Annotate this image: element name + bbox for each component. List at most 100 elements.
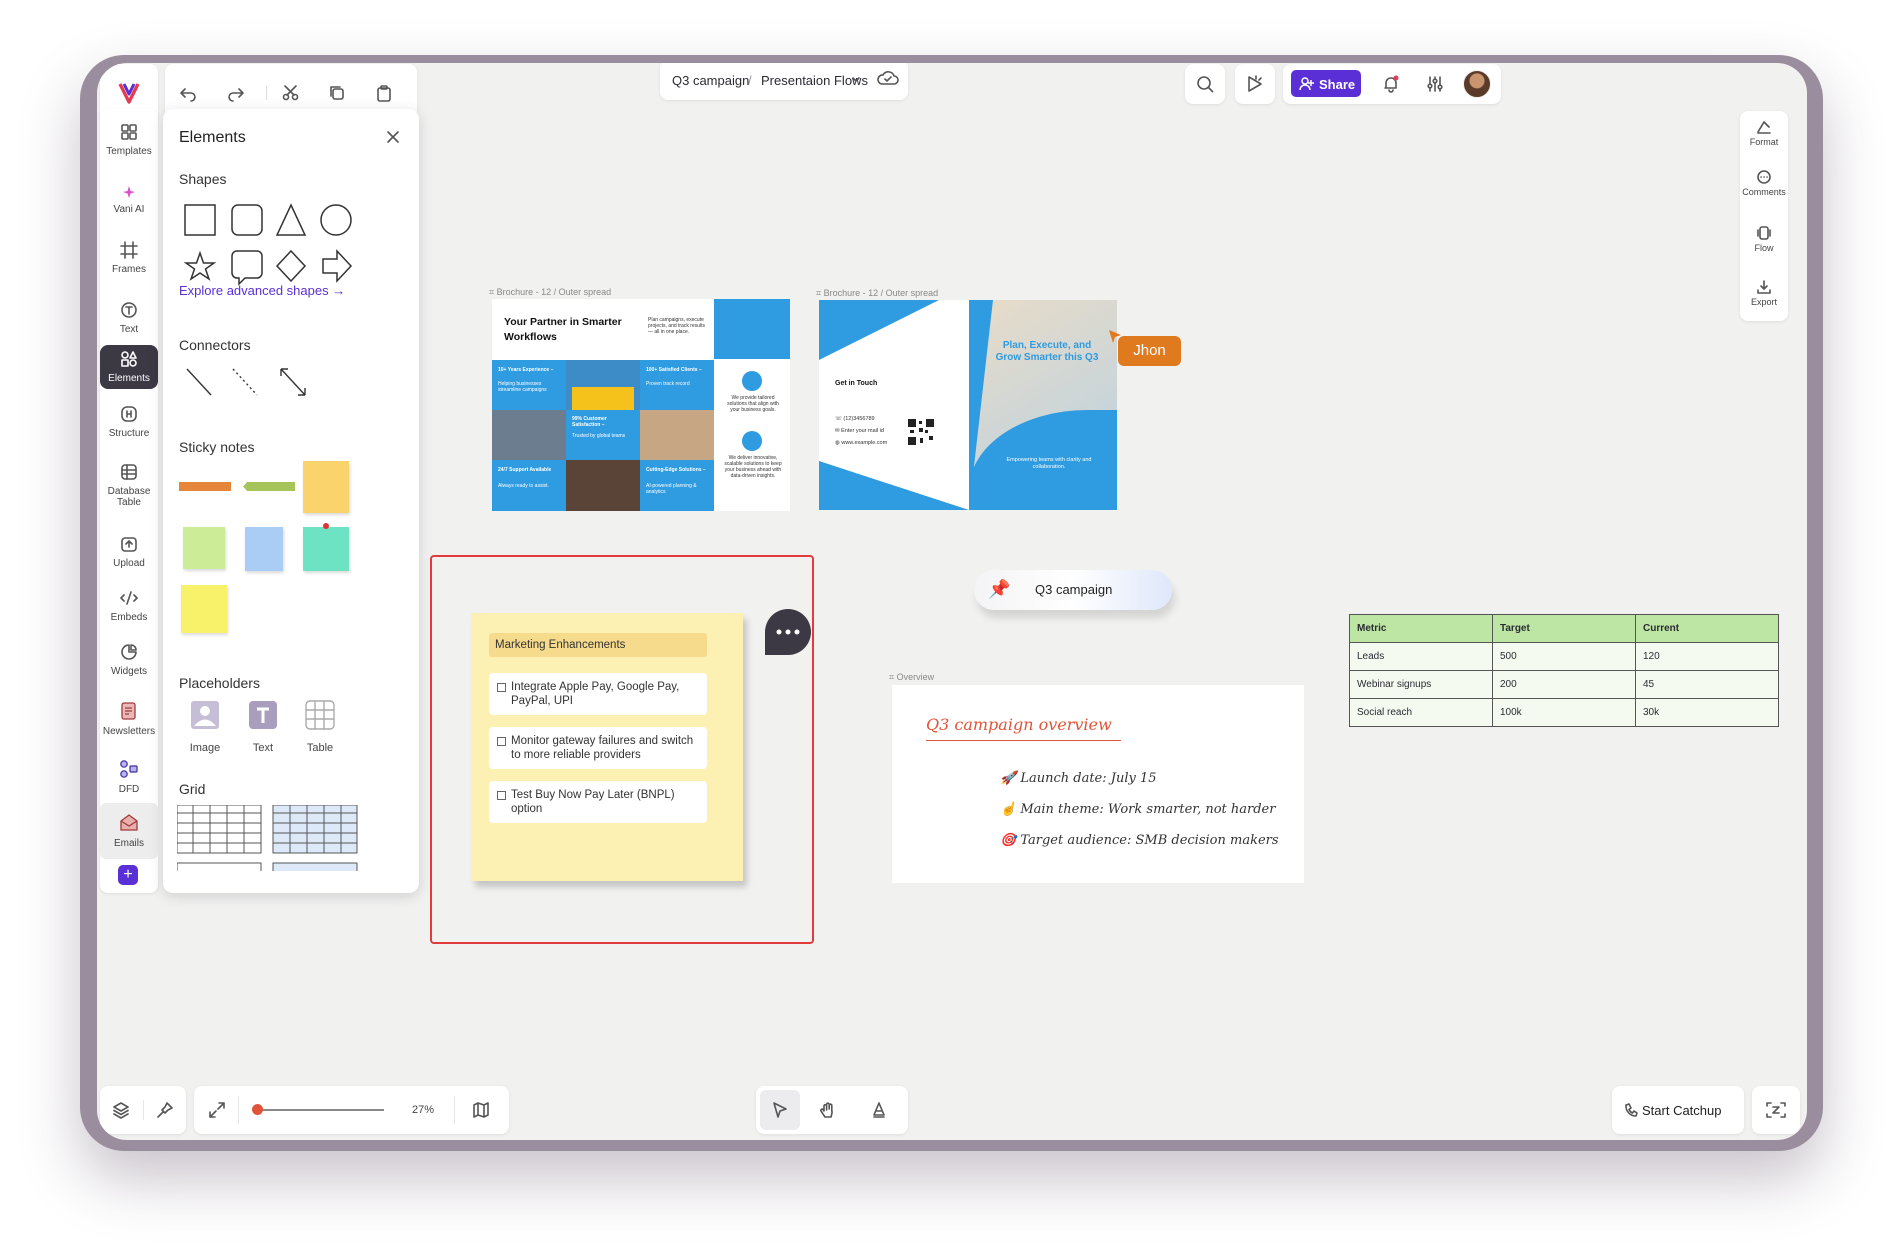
sticky-note-orange[interactable] <box>303 461 349 513</box>
share-button[interactable]: Share <box>1291 70 1361 97</box>
tile-text: 10+ Years Experience – <box>498 367 554 373</box>
rail-newsletters[interactable]: Newsletters <box>100 689 158 747</box>
rail-database-table[interactable]: Database Table <box>100 455 158 515</box>
rail-vani-ai[interactable]: Vani AI <box>100 171 158 223</box>
format-button[interactable]: Format <box>1740 119 1788 147</box>
tile-text: Proven track record <box>646 381 690 387</box>
flow-button[interactable]: Flow <box>1740 225 1788 253</box>
zoom-level: 27% <box>412 1104 435 1116</box>
rail-emails[interactable]: Emails <box>100 803 158 859</box>
rail-embeds[interactable]: Embeds <box>100 579 158 631</box>
table-cell[interactable]: 200 <box>1492 670 1636 699</box>
overview-card[interactable]: Q3 campaign overview 🚀 Launch date: July… <box>892 685 1304 883</box>
table-cell[interactable]: 500 <box>1492 642 1636 671</box>
rail-upload[interactable]: Upload <box>100 523 158 577</box>
redo-icon[interactable] <box>227 84 245 102</box>
sticky-note-blue[interactable] <box>245 527 283 571</box>
rounded-rectangle-shape[interactable] <box>231 204 263 236</box>
sticky-note-lime[interactable] <box>183 527 225 569</box>
present-button[interactable] <box>1235 64 1275 104</box>
rail-widgets[interactable]: Widgets <box>100 633 158 685</box>
grid-blue[interactable] <box>272 805 358 854</box>
sticky-strip-green[interactable] <box>243 482 295 491</box>
table-placeholder-icon <box>305 700 335 730</box>
sticky-strip-orange[interactable] <box>179 482 231 491</box>
shortcuts-button[interactable] <box>1752 1086 1800 1134</box>
table-cell[interactable]: 100k <box>1492 698 1636 727</box>
table-cell[interactable]: Leads <box>1349 642 1493 671</box>
todo-item[interactable]: Test Buy Now Pay Later (BNPL) option <box>489 781 707 823</box>
table-cell[interactable]: Webinar signups <box>1349 670 1493 699</box>
table-cell[interactable]: 120 <box>1635 642 1779 671</box>
widgets-icon <box>121 644 137 660</box>
undo-icon[interactable] <box>179 84 197 102</box>
sticky-note[interactable]: Marketing Enhancements Integrate Apple P… <box>471 613 743 881</box>
comments-button[interactable]: Comments <box>1740 169 1788 197</box>
rail-label: DFD <box>118 784 140 795</box>
bell-icon[interactable] <box>1382 75 1400 93</box>
placeholder-text[interactable]: Text <box>243 699 283 754</box>
table-cell[interactable]: 30k <box>1635 698 1779 727</box>
search-button[interactable] <box>1185 64 1225 104</box>
brochure-right-text: We provide tailored solutions that align… <box>727 395 779 413</box>
caption-text: Overview <box>896 672 935 682</box>
copy-icon[interactable] <box>328 84 346 102</box>
sliders-icon[interactable] <box>1426 75 1444 93</box>
rectangle-shape[interactable] <box>184 204 216 236</box>
speech-bubble-shape[interactable] <box>231 250 263 286</box>
cut-icon[interactable] <box>282 84 300 102</box>
triangle-shape[interactable] <box>275 203 307 236</box>
metrics-table[interactable]: Metric Target Current Leads 500 120 Webi… <box>1349 614 1779 727</box>
rail-text[interactable]: Text <box>100 289 158 341</box>
rail-elements[interactable]: Elements <box>100 345 158 389</box>
add-rail-button[interactable]: + <box>118 865 138 885</box>
diamond-shape[interactable] <box>275 249 307 283</box>
fit-screen-icon[interactable] <box>208 1101 226 1119</box>
hand-tool-icon[interactable] <box>819 1101 837 1119</box>
templates-icon <box>121 124 137 140</box>
arrow-shape[interactable] <box>322 249 353 283</box>
export-button[interactable]: Export <box>1740 279 1788 307</box>
table-cell[interactable]: 45 <box>1635 670 1779 699</box>
brochure-left[interactable]: Your Partner in Smarter Workflows Plan c… <box>492 299 790 511</box>
todo-item[interactable]: Integrate Apple Pay, Google Pay, PayPal,… <box>489 673 707 715</box>
contact-text: (12)3456789 <box>843 416 875 422</box>
shapes-title: Shapes <box>179 171 227 187</box>
sticky-note-mint[interactable] <box>303 527 349 571</box>
rail-frames[interactable]: Frames <box>100 229 158 283</box>
avatar[interactable] <box>1463 70 1491 98</box>
circle-shape[interactable] <box>320 204 352 236</box>
sticky-note-yellow[interactable] <box>181 585 227 633</box>
brochure-right[interactable]: Get in Touch ☏ (12)3456789 ✉ Enter your … <box>819 300 1117 510</box>
minimap-icon[interactable] <box>472 1101 490 1119</box>
star-shape[interactable] <box>183 250 217 281</box>
select-tool[interactable] <box>760 1090 800 1130</box>
breadcrumb-project[interactable]: Q3 campaign <box>672 73 749 88</box>
shapes-grid <box>183 203 353 286</box>
zoom-slider[interactable] <box>254 1109 384 1111</box>
layers-icon[interactable] <box>112 1101 130 1119</box>
start-catchup-button[interactable]: Start Catchup <box>1612 1086 1744 1134</box>
more-options-bubble[interactable] <box>765 609 811 655</box>
cloud-sync-icon[interactable] <box>876 68 900 88</box>
rail-templates[interactable]: Templates <box>100 115 158 165</box>
double-arrow-connector[interactable] <box>280 368 306 396</box>
pinned-chip[interactable]: 📌 Q3 campaign <box>974 570 1172 610</box>
zoom-slider-handle[interactable] <box>252 1104 263 1115</box>
dashed-connector[interactable] <box>232 368 258 396</box>
rail-structure[interactable]: Structure <box>100 397 158 447</box>
grid-plain[interactable] <box>177 805 262 854</box>
todo-item[interactable]: Monitor gateway failures and switch to m… <box>489 727 707 769</box>
placeholder-image[interactable]: Image <box>185 699 225 754</box>
close-icon[interactable] <box>386 130 400 144</box>
paste-icon[interactable] <box>375 84 393 102</box>
line-connector[interactable] <box>186 368 212 396</box>
pen-tool-icon[interactable] <box>870 1101 888 1119</box>
pin-toggle-icon[interactable] <box>156 1101 174 1119</box>
chevron-down-icon[interactable] <box>851 75 861 85</box>
placeholder-table[interactable]: Table <box>300 699 340 754</box>
table-cell[interactable]: Social reach <box>1349 698 1493 727</box>
explore-shapes-link[interactable]: Explore advanced shapes → <box>179 283 345 298</box>
rail-dfd[interactable]: DFD <box>100 749 158 801</box>
left-rail: Templates Vani AI Frames Text Elements S… <box>100 109 158 893</box>
